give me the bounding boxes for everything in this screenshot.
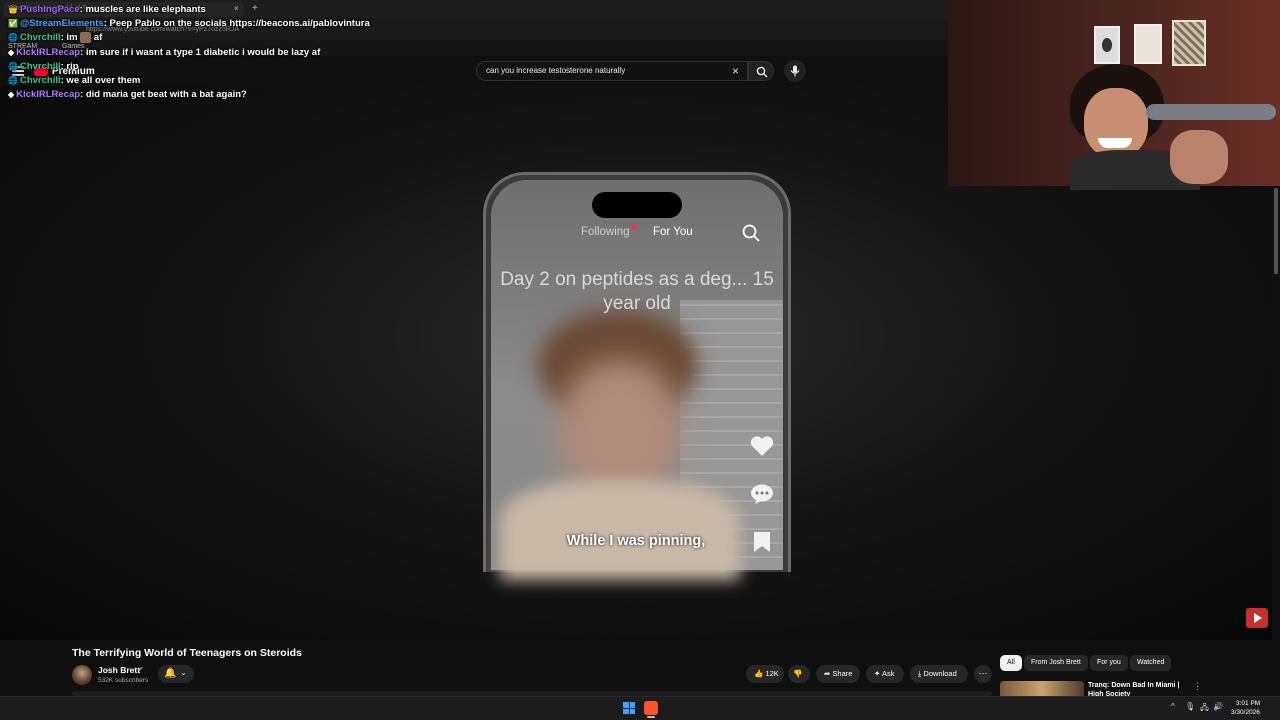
chat-username[interactable]: Chvrchill xyxy=(20,32,61,43)
notification-dot xyxy=(631,224,637,230)
chat-username[interactable]: PushingPace xyxy=(20,4,80,15)
ask-button[interactable]: ✦ Ask xyxy=(866,665,904,683)
video-title: The Terrifying World of Teenagers on Ste… xyxy=(72,647,302,659)
scrollbar-thumb[interactable] xyxy=(1274,188,1278,274)
channel-avatar[interactable] xyxy=(72,665,92,685)
chat-text-extra: af xyxy=(93,32,103,44)
streamer-hand xyxy=(1170,130,1228,184)
chat-message: 🌐 Chvrchill: we all over them xyxy=(8,75,140,86)
screen: The Terrifying World of Teenagers... × +… xyxy=(0,0,1280,720)
chat-message: ◆ KickIRLRecap: did maria get beat with a… xyxy=(8,89,247,100)
wall-frame xyxy=(1094,26,1120,64)
chat-text: : muscles are like elephants xyxy=(79,4,206,15)
chat-text: : rip xyxy=(60,61,79,72)
clock-date[interactable]: 3/30/2026 xyxy=(1231,709,1260,716)
chat-message: 👑 PushingPace: muscles are like elephants xyxy=(8,4,206,15)
heart-icon xyxy=(750,436,774,456)
chat-badge-icon: 🌐 xyxy=(8,62,18,71)
video-overlay-caption: Day 2 on peptides as a deg... 15 year ol… xyxy=(500,269,774,314)
chat-username[interactable]: Chvrchill xyxy=(20,61,61,72)
chat-text: : Peep Pablo on the socials https://beac… xyxy=(103,18,370,29)
subscriber-count: 532K subscribers xyxy=(98,677,149,684)
chat-text: : im xyxy=(60,32,78,44)
thumbs-down-icon: 👎 xyxy=(793,669,803,678)
tab-close-icon[interactable]: × xyxy=(234,4,239,13)
share-icon: ➦ xyxy=(824,669,831,678)
download-label: Download xyxy=(923,669,957,678)
chat-username[interactable]: @StreamElements xyxy=(20,18,104,29)
brave-browser-icon[interactable] xyxy=(644,701,658,715)
network-icon[interactable]: 🖧 xyxy=(1200,702,1209,716)
tiktok-foryou-tab: For You xyxy=(653,226,693,238)
volume-icon[interactable]: 🔊 xyxy=(1213,702,1223,711)
search-icon xyxy=(756,66,768,78)
channel-name[interactable]: Josh Brett xyxy=(98,665,140,675)
chat-badge-icon: 🌐 xyxy=(8,33,18,43)
tray-overflow-icon[interactable]: ^ xyxy=(1171,702,1175,711)
recommended-video-thumbnail[interactable] xyxy=(1000,681,1084,697)
mic-arm xyxy=(1146,104,1276,120)
chat-message: ✅ @StreamElements: Peep Pablo on the soci… xyxy=(8,18,370,29)
chat-username[interactable]: Chvrchill xyxy=(20,75,61,86)
chat-message: 🌐 Chvrchill: rip xyxy=(8,61,79,72)
chat-badge-icon: ◆ xyxy=(8,90,15,99)
like-count: 12K xyxy=(765,669,779,678)
search-query[interactable]: can you increase testosterone naturally xyxy=(486,66,625,75)
notification-bell-button[interactable]: 🔔 ⌄ xyxy=(158,665,194,683)
clock-time[interactable]: 3:01 PM xyxy=(1236,700,1260,707)
chat-username[interactable]: KickIRLRecap xyxy=(16,89,80,100)
dislike-button[interactable]: 👎 xyxy=(788,665,810,683)
bell-icon: 🔔 xyxy=(164,668,177,679)
chat-badge-icon: ✅ xyxy=(8,19,18,28)
chat-emote-icon xyxy=(80,32,92,43)
chat-message: ◆ KickIRLRecap: im sure if i wasnt a type… xyxy=(8,47,320,58)
chip-all[interactable]: All xyxy=(1000,655,1022,671)
blurred-face xyxy=(560,360,680,500)
chat-badge-icon: 👑 xyxy=(8,5,18,14)
video-subtitle: While I was pinning, xyxy=(566,533,706,549)
clear-search-icon[interactable]: × xyxy=(732,64,739,78)
wall-frame xyxy=(1172,20,1206,66)
ask-label: Ask xyxy=(881,669,895,678)
windows-taskbar xyxy=(0,696,1280,720)
chip-watched[interactable]: Watched xyxy=(1130,655,1172,671)
windows-start-icon[interactable] xyxy=(623,702,635,714)
voice-search-button[interactable] xyxy=(784,60,806,82)
microphone-icon xyxy=(790,65,800,77)
download-icon: ⤓ xyxy=(918,669,922,678)
more-actions-button[interactable]: ⋯ xyxy=(974,665,992,683)
like-button[interactable]: 👍 12K xyxy=(746,665,784,683)
comment-icon xyxy=(751,484,773,504)
share-button[interactable]: ➦ Share xyxy=(816,665,860,683)
microphone-tray-icon[interactable]: 🎙 xyxy=(1185,702,1195,711)
chat-badge-icon: ◆ xyxy=(8,48,15,57)
chat-message: 🌐 Chvrchill: im af xyxy=(8,32,102,43)
verified-icon: ✔ xyxy=(137,665,144,674)
blurred-shirt xyxy=(500,480,740,580)
recommended-video-title[interactable]: Tranq: Down Bad In Miami | High Society xyxy=(1088,681,1188,697)
new-tab-icon[interactable]: + xyxy=(252,3,258,14)
tiktok-following-tab: Following xyxy=(581,226,630,238)
chat-username[interactable]: KickIRLRecap xyxy=(16,47,80,58)
search-button[interactable] xyxy=(748,61,774,81)
sparkle-icon: ✦ xyxy=(874,669,881,678)
wall-frame xyxy=(1134,24,1162,64)
active-app-indicator xyxy=(647,716,655,718)
tiktok-search-icon xyxy=(742,224,760,242)
chat-badge-icon: 🌐 xyxy=(8,76,18,85)
chip-from-channel[interactable]: From Josh Brett xyxy=(1024,655,1088,671)
share-label: Share xyxy=(832,669,853,678)
kebab-menu-icon[interactable]: ⋮ xyxy=(1193,681,1202,692)
subscribe-watermark-icon[interactable] xyxy=(1246,608,1268,628)
chevron-down-icon: ⌄ xyxy=(180,668,187,677)
chat-text: : did maria get beat with a bat again? xyxy=(80,89,247,100)
chat-text: : im sure if i wasnt a type 1 diabetic i… xyxy=(80,47,321,58)
thumbs-up-icon: 👍 xyxy=(754,669,764,678)
dynamic-island xyxy=(592,192,682,218)
streamer-smile xyxy=(1098,138,1132,148)
chip-for-you[interactable]: For you xyxy=(1090,655,1128,671)
chat-text: : we all over them xyxy=(60,75,141,86)
download-button[interactable]: ⤓ Download xyxy=(910,665,968,683)
